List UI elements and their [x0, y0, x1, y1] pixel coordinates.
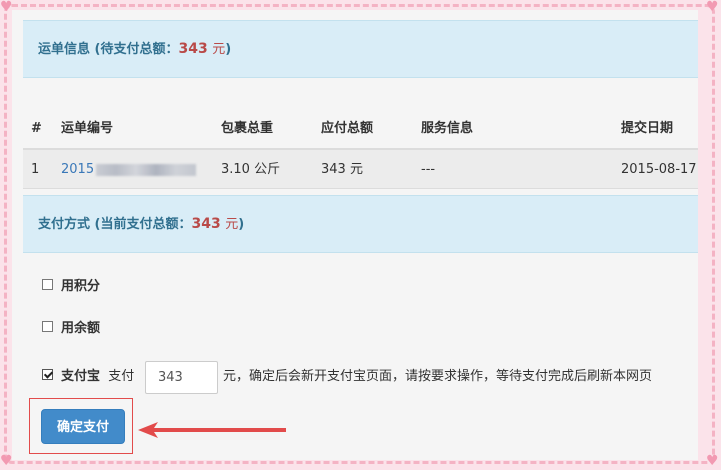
col-header-waybill-no: 运单编号 [61, 121, 114, 136]
alipay-label: 支付宝 [61, 369, 101, 384]
pay-amount-input[interactable] [145, 361, 218, 394]
payment-method-title: 支付方式 (当前支付总额： [38, 217, 192, 232]
col-header-amount: 应付总额 [321, 121, 374, 136]
waybill-info-header: 运单信息 (待支付总额：343 元) [23, 20, 698, 78]
payment-method-header: 支付方式 (当前支付总额：343 元) [23, 195, 698, 253]
alipay-option: 支付宝 支付 [42, 360, 134, 394]
payment-total-unit: 元 [225, 217, 239, 232]
col-header-index: # [31, 121, 42, 136]
payment-total-amount: 343 [191, 216, 221, 232]
annotation-arrow-icon [138, 422, 286, 438]
heart-icon: ♥ [706, 0, 719, 15]
table-header-row: # 运单编号 包裹总重 应付总额 服务信息 提交日期 [23, 106, 698, 150]
payment-method-title-end: ) [238, 217, 245, 232]
col-header-service: 服务信息 [421, 121, 474, 136]
redacted-blur [96, 163, 197, 176]
waybill-info-title: 运单信息 (待支付总额： [38, 42, 179, 57]
row-service: --- [421, 162, 436, 177]
col-header-weight: 包裹总重 [221, 121, 274, 136]
waybill-number-text: 2015 [61, 162, 95, 177]
use-balance-label: 用余额 [61, 321, 101, 336]
row-date: 2015-08-17 [621, 162, 697, 177]
heart-icon: ♥ [706, 453, 719, 469]
col-header-date: 提交日期 [621, 121, 674, 136]
use-points-checkbox[interactable] [42, 279, 53, 290]
alipay-instructions: 元，确定后会新开支付宝页面，请按要求操作，等待支付完成后刷新本网页 [223, 369, 653, 384]
row-amount: 343 元 [321, 162, 363, 177]
pay-prefix-text: 支付 [108, 369, 135, 384]
use-points-label: 用积分 [61, 279, 101, 294]
waybill-info-title-end: ) [225, 42, 232, 57]
use-points-option[interactable]: 用积分 [42, 279, 100, 295]
waybill-total-unit: 元 [212, 42, 226, 57]
waybill-table: # 运单编号 包裹总重 应付总额 服务信息 提交日期 1 2015 3.10 公… [23, 106, 698, 189]
use-balance-checkbox[interactable] [42, 321, 53, 332]
alipay-checkbox[interactable] [42, 369, 53, 380]
use-balance-option[interactable]: 用余额 [42, 321, 100, 337]
table-row: 1 2015 3.10 公斤 343 元 --- 2015-08-17 [23, 150, 698, 189]
waybill-number-link[interactable]: 2015 [61, 150, 197, 190]
waybill-total-amount: 343 [178, 41, 208, 57]
row-index: 1 [31, 162, 40, 177]
confirm-pay-button[interactable]: 确定支付 [41, 409, 125, 444]
row-weight: 3.10 公斤 [221, 162, 281, 177]
